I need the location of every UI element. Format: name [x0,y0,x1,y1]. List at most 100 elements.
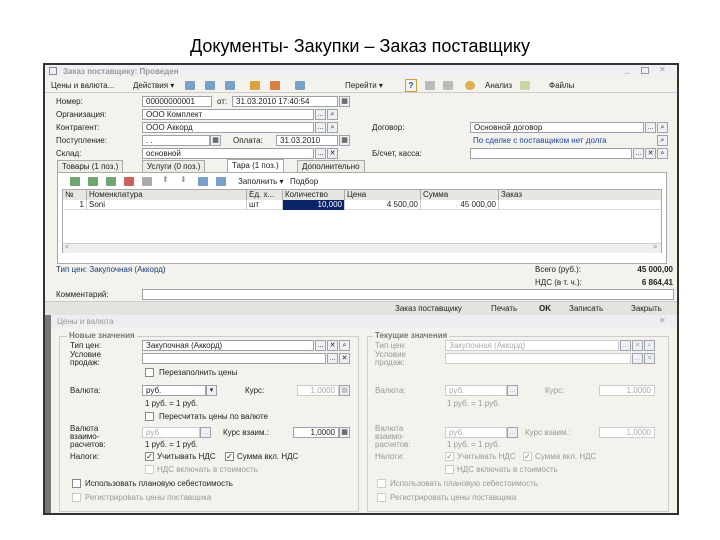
select-button[interactable]: … [633,148,644,159]
files-button[interactable]: Файлы [549,80,574,91]
use-vat-checkbox[interactable]: ✓ [145,452,154,461]
debt-note-link[interactable]: По сделке с поставщиком нет долга [473,135,607,146]
search-icon[interactable]: ⌕ [327,122,338,133]
delete-row-icon[interactable] [124,177,134,186]
clear-icon[interactable]: ✕ [645,148,656,159]
search-icon[interactable]: ⌕ [657,148,668,159]
payment-field[interactable]: 31.03.2010 [276,135,338,146]
contract-field[interactable]: Основной договор [470,122,644,133]
clock-icon[interactable] [465,81,475,90]
planned-cost-checkbox[interactable] [72,479,81,488]
calendar-icon[interactable]: ▦ [210,135,221,146]
vat-in-cost-checkbox[interactable] [145,465,154,474]
comment-field[interactable] [142,289,674,300]
select-button[interactable]: … [200,427,211,438]
select-button[interactable]: … [645,122,656,133]
print-button[interactable]: Печать [491,303,517,314]
move-down-icon[interactable]: ⬇ [180,175,187,184]
settle-rate-field[interactable]: 1,0000 [293,427,339,438]
col-header[interactable]: Количество [283,190,345,200]
chevron-down-icon[interactable]: ▾ [206,385,217,396]
account-field[interactable] [470,148,632,159]
price-type-field[interactable]: Закупочная (Аккорд) [142,340,314,351]
clear-icon[interactable]: ✕ [327,148,338,159]
post-icon[interactable] [250,81,260,90]
col-header[interactable]: Номенклатура [87,190,247,200]
col-header[interactable]: Ед. х... [247,190,283,200]
search-icon[interactable]: ⌕ [657,135,668,146]
fill-menu[interactable]: Заполнить ▾ [238,176,284,187]
close-window-button[interactable]: ✕ [659,65,666,74]
actions-menu[interactable]: Действия ▾ [133,80,174,91]
end-edit-icon[interactable] [142,177,152,186]
arrow-icon[interactable] [185,81,195,90]
horizontal-scrollbar[interactable]: < > [63,243,661,253]
tab-services[interactable]: Услуги (0 поз.) [142,160,206,172]
close-dialog-icon[interactable]: ✕ [659,316,666,325]
recalc-prices-checkbox[interactable] [145,412,154,421]
maximize-button[interactable] [641,67,649,74]
goto-menu[interactable]: Перейти ▾ [345,80,383,91]
col-header[interactable]: № [63,190,87,200]
receipt-field[interactable]: . . [142,135,210,146]
save-button[interactable]: Записать [569,303,603,314]
warehouse-field[interactable]: основной [142,148,314,159]
tab-containers[interactable]: Тара (1 поз.) [227,159,284,173]
date-field[interactable]: 31.03.2010 17:40:54 [232,96,338,107]
scroll-left-icon[interactable]: < [65,244,69,251]
col-header[interactable]: Сумма [421,190,499,200]
calendar-icon[interactable]: ▦ [339,96,350,107]
sale-conditions-field[interactable] [142,353,326,364]
select-button[interactable]: … [315,340,326,351]
sort-desc-icon[interactable] [216,177,226,186]
table-row[interactable]: 1 Soni шт 10,000 4 500,00 45 000,00 [63,200,661,210]
close-button[interactable]: Закрыть [631,303,662,314]
ok-button[interactable]: OK [539,303,551,314]
minimize-button[interactable]: _ [625,65,629,74]
move-up-icon[interactable]: ⬆ [162,175,169,184]
add-row-icon[interactable] [70,177,80,186]
journal-icon[interactable] [425,81,435,90]
create-based-icon[interactable] [295,81,305,90]
edit-row-icon[interactable] [106,177,116,186]
prices-button[interactable]: Цены и валюта... [51,80,114,91]
xml-icon[interactable] [520,81,530,90]
exchange-icon[interactable] [225,81,235,90]
search-icon[interactable]: ⌕ [657,122,668,133]
list-icon[interactable] [443,81,453,90]
contractor-field[interactable]: ООО Аккорд [142,122,314,133]
select-items-button[interactable]: Подбор [290,176,318,187]
clear-icon[interactable]: ✕ [339,353,350,364]
copy-row-icon[interactable] [88,177,98,186]
calendar-icon[interactable]: ▦ [339,135,350,146]
select-button[interactable]: … [315,148,326,159]
cell[interactable]: 10,000 [283,200,345,210]
analysis-button[interactable]: Анализ [485,80,512,91]
search-icon[interactable]: ⌕ [327,109,338,120]
select-button[interactable]: … [315,122,326,133]
structure-icon[interactable] [205,81,215,90]
currency-select[interactable]: руб. [142,385,206,396]
sort-asc-icon[interactable] [198,177,208,186]
org-field[interactable]: ООО Комплект [142,109,314,120]
settle-currency-field[interactable]: руб. [142,427,200,438]
unpost-icon[interactable] [270,81,280,90]
order-print-button[interactable]: Заказ поставщику [395,303,462,314]
col-header[interactable]: Цена [345,190,421,200]
scroll-right-icon[interactable]: > [653,244,657,251]
clear-icon[interactable]: ✕ [327,340,338,351]
select-button[interactable]: … [315,109,326,120]
search-icon[interactable]: ⌕ [339,340,350,351]
tab-additional[interactable]: Дополнительно [297,160,365,172]
sum-incl-vat-checkbox[interactable]: ✓ [225,452,234,461]
refill-prices-checkbox[interactable] [145,368,154,377]
tab-goods[interactable]: Товары (1 поз.) [57,160,124,172]
help-button[interactable]: ? [405,79,417,92]
register-prices-checkbox[interactable] [72,493,81,502]
calculator-icon[interactable]: ▦ [339,385,350,396]
number-field[interactable]: 00000000001 [142,96,212,107]
col-header[interactable]: Заказ [499,190,661,200]
rate-field[interactable]: 1,0000 [297,385,339,396]
select-button[interactable]: … [327,353,338,364]
price-type-link[interactable]: Тип цен: Закупочная (Аккорд) [56,264,166,275]
